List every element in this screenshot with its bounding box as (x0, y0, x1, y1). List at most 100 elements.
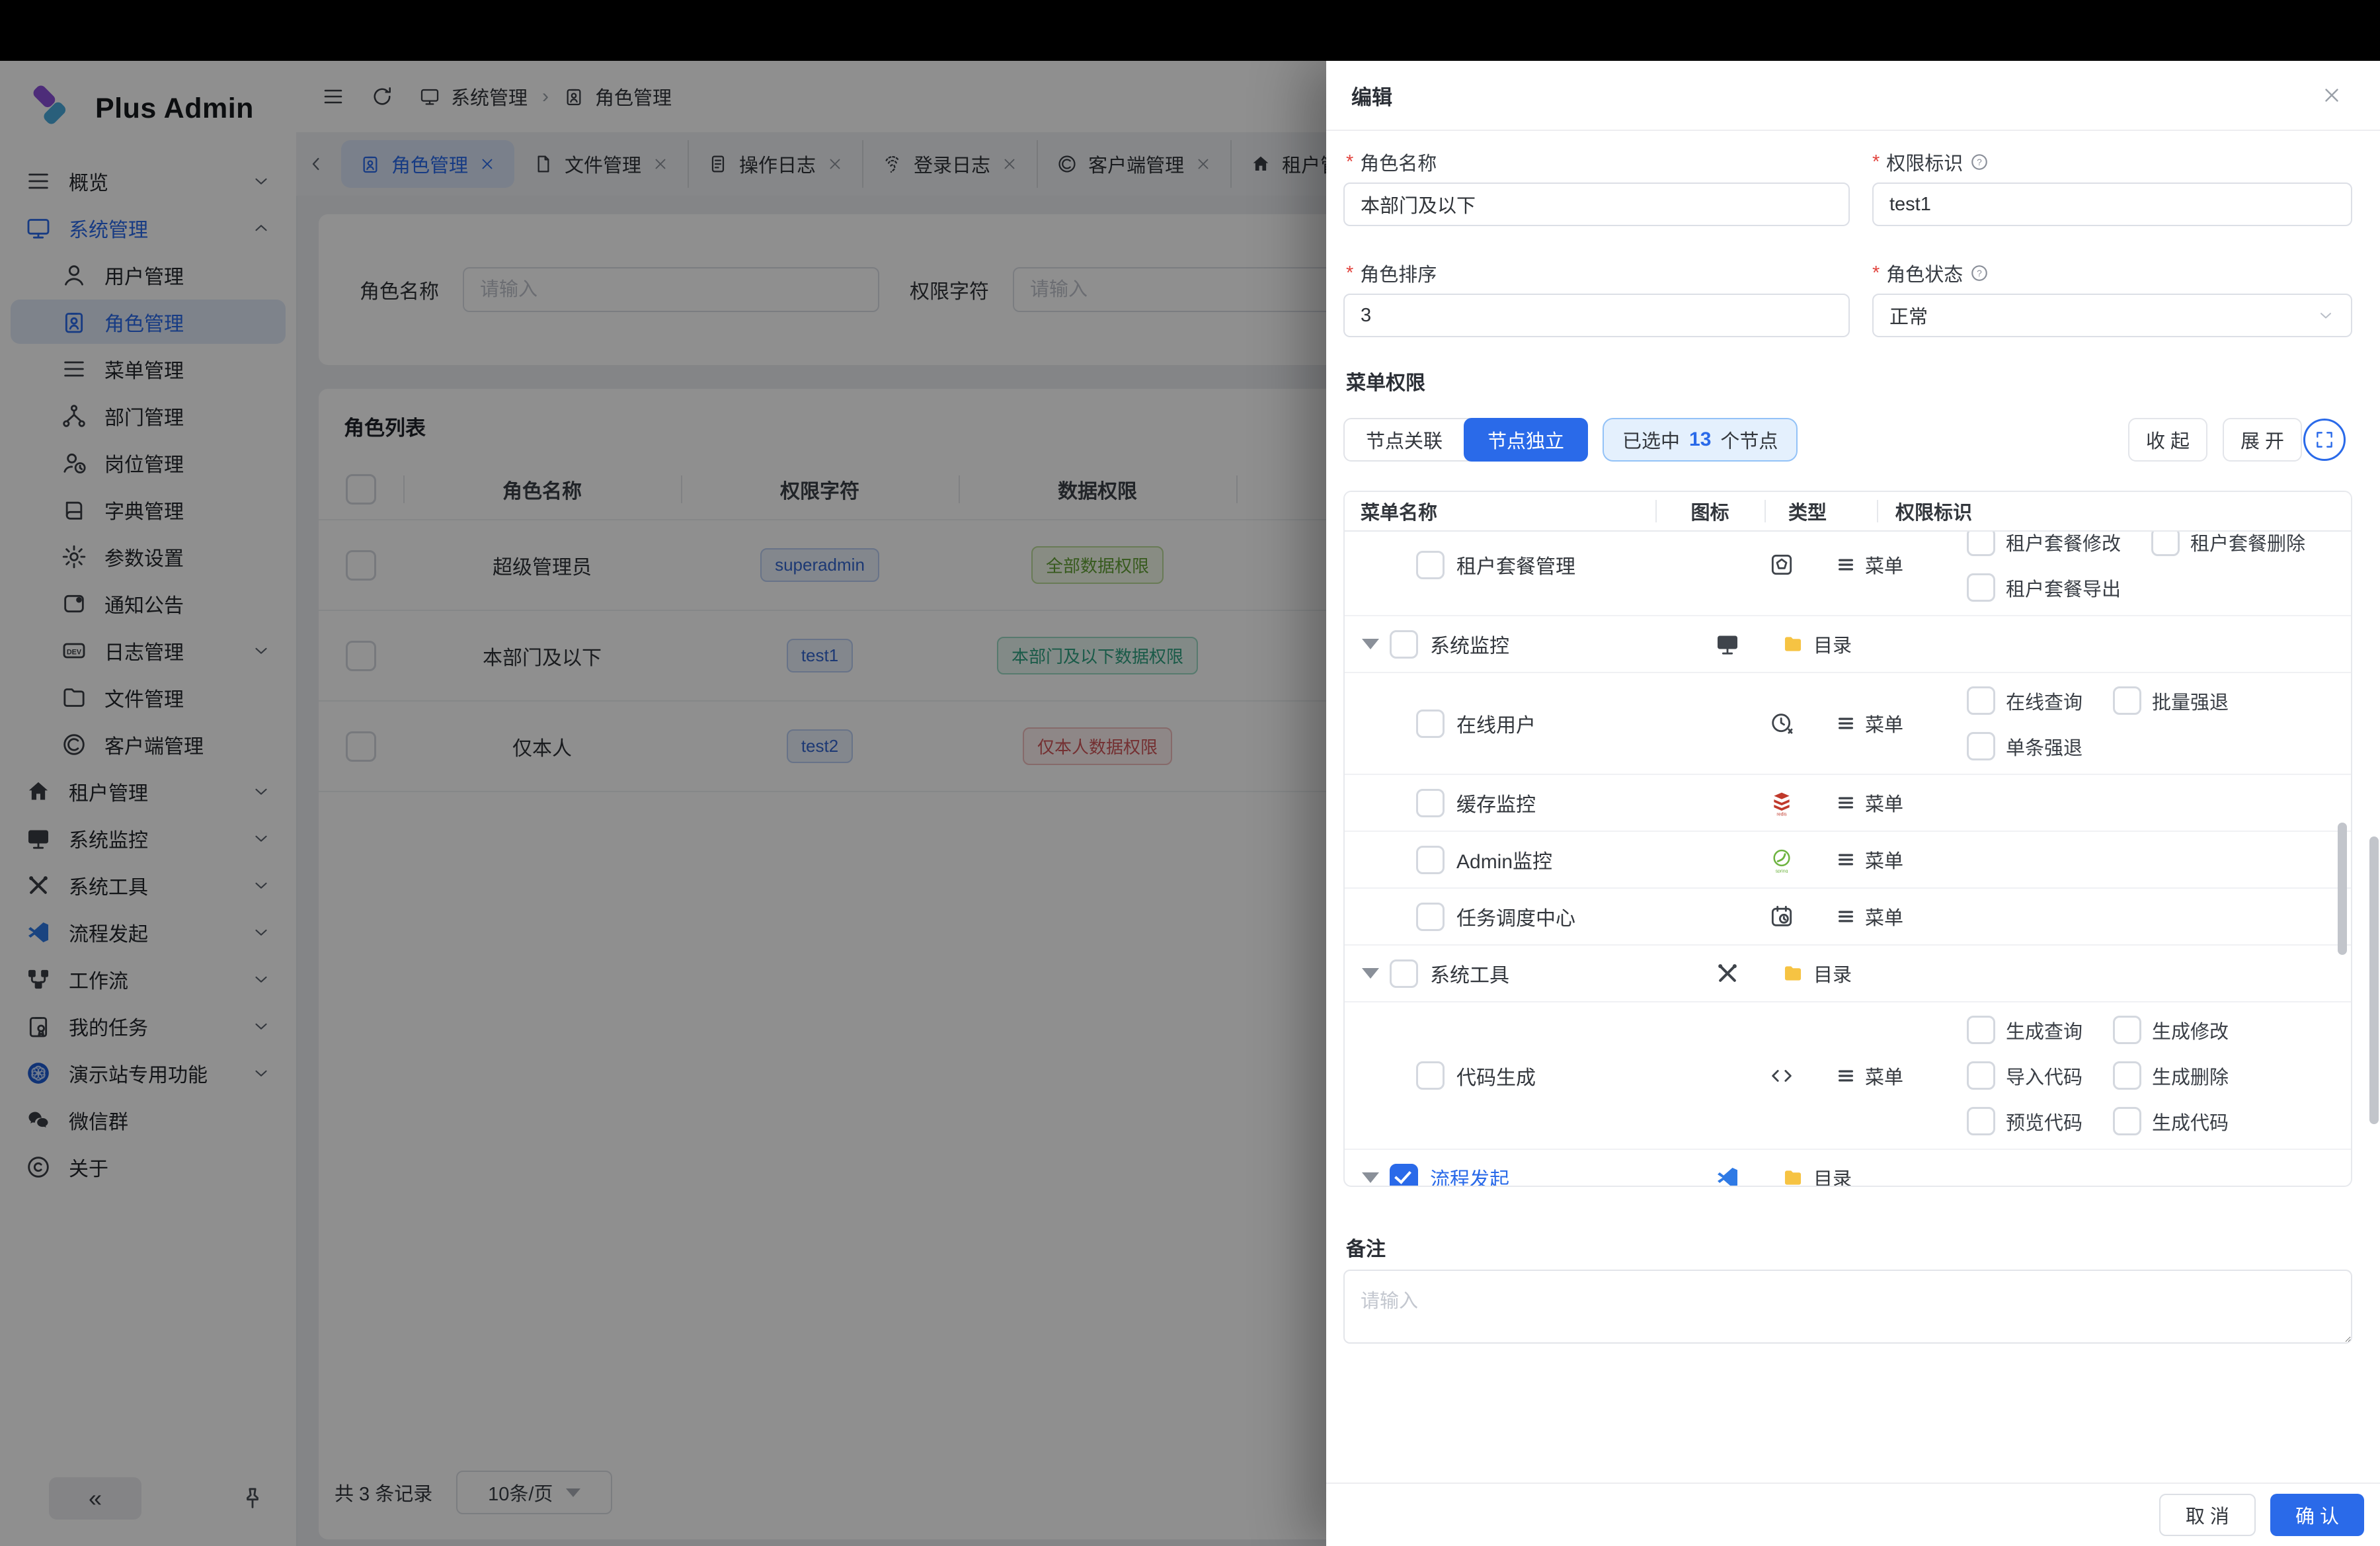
perm-checkbox-item[interactable]: 在线查询 (1967, 686, 2082, 715)
expand-caret-icon[interactable] (1362, 1172, 1379, 1183)
svg-text:spring: spring (1775, 869, 1788, 873)
perm-checkbox-item[interactable]: 生成代码 (2113, 1107, 2229, 1135)
role-status-select[interactable]: 正常 (1872, 294, 2352, 337)
tools-icon (1714, 960, 1741, 987)
perm-checkbox-item[interactable]: 导入代码 (1967, 1061, 2082, 1090)
menu-lines-icon (1836, 1066, 1856, 1086)
tree-node-checkbox[interactable] (1416, 1061, 1445, 1090)
type-label: 目录 (1813, 959, 1852, 987)
perm-checkbox-item[interactable]: 批量强退 (2113, 686, 2229, 715)
perm-checkbox[interactable] (1967, 1107, 1995, 1135)
tree-row-cache-monitor[interactable]: 缓存监控redis菜单 (1345, 775, 2351, 832)
close-icon[interactable] (2320, 84, 2343, 106)
perm-checkbox[interactable] (2113, 1061, 2141, 1090)
type-label: 目录 (1813, 630, 1852, 658)
tree-node-checkbox[interactable] (1390, 959, 1418, 988)
tree-node-checkbox[interactable] (1416, 789, 1445, 817)
perm-checkbox-item[interactable]: 租户套餐导出 (1967, 573, 2121, 602)
perm-checkbox-item[interactable]: 预览代码 (1967, 1107, 2082, 1135)
tree-node-label: Admin监控 (1456, 845, 1552, 874)
perm-label: 批量强退 (2152, 687, 2229, 715)
type-label: 菜单 (1865, 1062, 1903, 1090)
tree-scrollbar[interactable] (2338, 823, 2347, 955)
tree-node: 租户套餐管理 (1345, 550, 1727, 579)
folder-icon (1782, 1166, 1804, 1187)
perm-checkbox[interactable] (1967, 732, 1995, 760)
tree-node: 系统工具 (1345, 959, 1673, 988)
perm-checkbox[interactable] (2113, 1107, 2141, 1135)
type-label: 菜单 (1865, 846, 1903, 874)
expand-all-button[interactable]: 展 开 (2223, 418, 2302, 462)
tree-node-checkbox[interactable] (1416, 903, 1445, 931)
cancel-button[interactable]: 取 消 (2159, 1494, 2256, 1536)
tree-row-process-start[interactable]: 流程发起 目录 (1345, 1150, 2351, 1187)
tree-row-code-gen[interactable]: 代码生成菜单生成查询生成修改导入代码生成删除预览代码生成代码 (1345, 1002, 2351, 1150)
perm-checkbox-item[interactable]: 生成删除 (2113, 1061, 2229, 1090)
perm-checkbox-item[interactable]: 租户套餐修改 (1967, 528, 2121, 556)
role-sort-input[interactable] (1343, 294, 1850, 337)
perm-checkbox[interactable] (1967, 1061, 1995, 1090)
tree-row-system-monitor[interactable]: 系统监控 目录 (1345, 616, 2351, 673)
collapse-all-button[interactable]: 收 起 (2128, 418, 2207, 462)
tree-node: 系统监控 (1345, 630, 1673, 659)
expand-caret-icon[interactable] (1362, 639, 1379, 649)
tree-body: 租户套餐管理菜单租户套餐修改租户套餐删除租户套餐导出系统监控目录在线用户菜单在线… (1345, 514, 2351, 1187)
perm-checkbox[interactable] (1967, 528, 1995, 556)
tree-row-system-tools[interactable]: 系统工具 目录 (1345, 946, 2351, 1002)
drawer-mask[interactable] (0, 61, 1326, 1546)
tree-column-header: 菜单名称 (1345, 492, 1655, 530)
help-icon[interactable]: ? (1969, 263, 1989, 283)
tree-node-checkbox[interactable] (1416, 551, 1445, 579)
drawer-scrollbar[interactable] (2369, 836, 2379, 1124)
type-label: 菜单 (1865, 903, 1903, 930)
chevron-down-icon (2317, 306, 2335, 325)
tree-node-checkbox[interactable] (1416, 846, 1445, 874)
monitorF-icon (1714, 631, 1741, 657)
perm-flag-input[interactable] (1872, 183, 2352, 226)
perm-checkbox[interactable] (2113, 686, 2141, 715)
tree-node-checkbox[interactable] (1416, 710, 1445, 738)
fullscreen-button[interactable] (2303, 419, 2346, 461)
role-status-label: *角色状态 ? (1872, 259, 1989, 287)
perm-checkbox[interactable] (1967, 686, 1995, 715)
perm-label: 生成代码 (2152, 1108, 2229, 1135)
tree-node-checkbox[interactable] (1390, 1164, 1418, 1188)
perm-checkbox[interactable] (2151, 528, 2180, 556)
remark-textarea[interactable] (1343, 1270, 2352, 1344)
role-name-input[interactable] (1343, 183, 1850, 226)
perm-checkbox[interactable] (2113, 1016, 2141, 1044)
expand-caret-icon[interactable] (1362, 968, 1379, 979)
tree-node-type: 目录 (1782, 1164, 1894, 1187)
tree-node-icon-cell (1727, 903, 1836, 930)
perm-checkbox-item[interactable]: 租户套餐删除 (2151, 528, 2305, 556)
tree-row-online-users[interactable]: 在线用户菜单在线查询批量强退单条强退 (1345, 673, 2351, 775)
node-linked-button[interactable]: 节点关联 (1345, 419, 1464, 460)
spring-icon: spring (1768, 846, 1795, 873)
help-icon[interactable]: ? (1969, 152, 1989, 172)
tree-node: Admin监控 (1345, 845, 1727, 874)
perm-checkbox-item[interactable]: 单条强退 (1967, 732, 2082, 760)
folder-icon (1782, 962, 1804, 985)
drawer-footer: 取 消 确 认 (1326, 1483, 2380, 1546)
tree-node: 在线用户 (1345, 709, 1727, 738)
tree-node-perms: 租户套餐修改 租户套餐删除租户套餐导出 (1948, 528, 2351, 602)
tree-node-label: 系统监控 (1430, 630, 1509, 659)
perm-label: 租户套餐修改 (2006, 528, 2121, 556)
perm-checkbox-item[interactable]: 生成修改 (2113, 1016, 2229, 1044)
tree-row-admin-monitor[interactable]: Admin监控 spring 菜单 (1345, 832, 2351, 889)
type-label: 菜单 (1865, 551, 1903, 579)
tree-node-type: 菜单 (1836, 551, 1948, 579)
svg-text:?: ? (1977, 157, 1982, 167)
node-independent-button[interactable]: 节点独立 (1464, 418, 1588, 462)
tree-node-type: 菜单 (1836, 1062, 1948, 1090)
perm-checkbox[interactable] (1967, 1016, 1995, 1044)
tree-row-task-schedule[interactable]: 任务调度中心菜单 (1345, 889, 2351, 946)
menu-lines-icon (1836, 793, 1856, 813)
confirm-button[interactable]: 确 认 (2270, 1494, 2364, 1536)
tree-header: 菜单名称 图标 类型 权限标识 (1345, 492, 2351, 532)
perm-checkbox-item[interactable]: 生成查询 (1967, 1016, 2082, 1044)
perm-checkbox[interactable] (1967, 573, 1995, 602)
tree-node-label: 缓存监控 (1456, 788, 1536, 817)
tree-node-checkbox[interactable] (1390, 630, 1418, 659)
tree-node-label: 流程发起 (1430, 1163, 1509, 1187)
